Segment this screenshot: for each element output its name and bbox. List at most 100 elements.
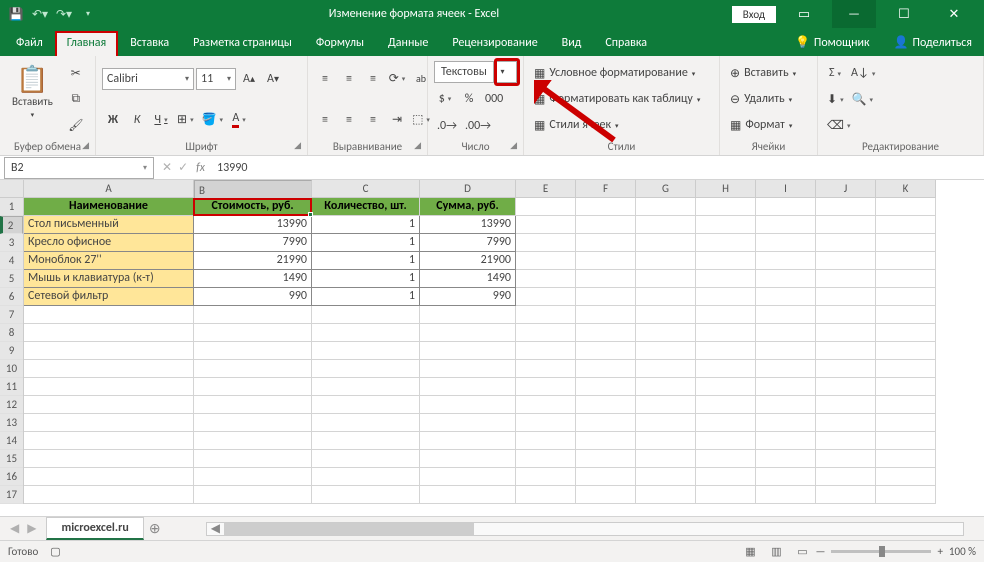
col-header-A[interactable]: A xyxy=(24,180,194,198)
insert-cells-button[interactable]: ⊕Вставить▾ xyxy=(726,62,811,84)
cell[interactable] xyxy=(576,342,636,360)
increase-font-button[interactable]: A▴ xyxy=(238,68,260,90)
cell[interactable] xyxy=(312,450,420,468)
cell[interactable] xyxy=(696,216,756,234)
qat-customize-icon[interactable]: ▾ xyxy=(80,6,96,22)
cell[interactable]: Стол письменный xyxy=(24,216,194,234)
cell[interactable]: 1 xyxy=(312,252,420,270)
cell[interactable]: 1490 xyxy=(194,270,312,288)
cell[interactable] xyxy=(420,324,516,342)
cell[interactable] xyxy=(756,414,816,432)
row-header-3[interactable]: 3 xyxy=(0,234,23,252)
row-header-13[interactable]: 13 xyxy=(0,414,23,432)
cell[interactable] xyxy=(876,468,936,486)
format-as-table-button[interactable]: ▦Форматировать как таблицу▾ xyxy=(530,88,713,110)
cell[interactable] xyxy=(756,360,816,378)
cell[interactable] xyxy=(816,324,876,342)
cell[interactable] xyxy=(696,378,756,396)
cell[interactable] xyxy=(420,378,516,396)
cell[interactable] xyxy=(696,252,756,270)
cell[interactable] xyxy=(876,324,936,342)
cell[interactable] xyxy=(576,378,636,396)
paste-button[interactable]: 📋 Вставить▾ xyxy=(6,60,59,138)
cell[interactable] xyxy=(636,414,696,432)
save-icon[interactable]: 💾 xyxy=(8,6,24,22)
cell[interactable] xyxy=(24,432,194,450)
col-header-C[interactable]: C xyxy=(312,180,420,198)
cell[interactable] xyxy=(636,252,696,270)
cell[interactable] xyxy=(576,288,636,306)
font-size-select[interactable]: 11▾ xyxy=(196,68,236,90)
cell[interactable] xyxy=(756,306,816,324)
tab-review[interactable]: Рецензирование xyxy=(440,31,549,56)
col-header-G[interactable]: G xyxy=(636,180,696,198)
cell[interactable] xyxy=(636,234,696,252)
cell[interactable] xyxy=(576,486,636,504)
cell[interactable] xyxy=(636,270,696,288)
cell[interactable] xyxy=(876,216,936,234)
autosum-button[interactable]: Σ xyxy=(824,62,846,84)
zoom-in-button[interactable]: + xyxy=(937,545,942,558)
cell[interactable] xyxy=(312,324,420,342)
tab-view[interactable]: Вид xyxy=(550,31,594,56)
col-header-K[interactable]: K xyxy=(876,180,936,198)
select-all-corner[interactable] xyxy=(0,180,24,198)
cell[interactable] xyxy=(516,288,576,306)
cell[interactable] xyxy=(876,306,936,324)
redo-icon[interactable]: ↷▾ xyxy=(56,6,72,22)
cell[interactable] xyxy=(194,450,312,468)
normal-view-button[interactable]: ▦ xyxy=(737,545,763,558)
ribbon-display-icon[interactable]: ▭ xyxy=(782,0,826,28)
percent-format-button[interactable]: % xyxy=(458,88,480,110)
cell[interactable]: Кресло офисное xyxy=(24,234,194,252)
cell[interactable]: 1 xyxy=(312,216,420,234)
row-header-12[interactable]: 12 xyxy=(0,396,23,414)
login-button[interactable]: Вход xyxy=(732,6,776,23)
zoom-out-button[interactable]: — xyxy=(815,545,825,558)
cell[interactable] xyxy=(756,270,816,288)
cell[interactable] xyxy=(576,360,636,378)
cell[interactable] xyxy=(194,486,312,504)
cell[interactable] xyxy=(576,414,636,432)
row-header-8[interactable]: 8 xyxy=(0,324,23,342)
number-dialog-icon[interactable]: ◢ xyxy=(510,140,517,151)
cell[interactable] xyxy=(516,306,576,324)
cell[interactable]: 1490 xyxy=(420,270,516,288)
sheet-tab[interactable]: microexcel.ru xyxy=(46,517,143,540)
cell[interactable]: Сетевой фильтр xyxy=(24,288,194,306)
cell[interactable] xyxy=(696,324,756,342)
cell[interactable] xyxy=(696,450,756,468)
cell[interactable] xyxy=(636,306,696,324)
cell[interactable]: 1 xyxy=(312,234,420,252)
page-layout-view-button[interactable]: ▥ xyxy=(763,545,789,558)
cell[interactable] xyxy=(816,378,876,396)
cell[interactable] xyxy=(816,270,876,288)
cell[interactable] xyxy=(194,360,312,378)
border-button[interactable]: ⊞ xyxy=(174,109,197,131)
cell[interactable] xyxy=(24,468,194,486)
row-header-14[interactable]: 14 xyxy=(0,432,23,450)
cell[interactable] xyxy=(636,396,696,414)
cell[interactable] xyxy=(576,198,636,216)
cell[interactable] xyxy=(816,252,876,270)
cell[interactable] xyxy=(876,198,936,216)
cell[interactable] xyxy=(576,270,636,288)
cell[interactable] xyxy=(696,306,756,324)
cell[interactable] xyxy=(576,432,636,450)
cell[interactable]: 990 xyxy=(194,288,312,306)
cell[interactable] xyxy=(194,432,312,450)
cell[interactable] xyxy=(756,342,816,360)
cell[interactable] xyxy=(816,414,876,432)
cell[interactable] xyxy=(876,360,936,378)
cell[interactable]: 13990 xyxy=(420,216,516,234)
align-left-button[interactable]: ≡ xyxy=(314,109,336,131)
bold-button[interactable]: Ж xyxy=(102,109,124,131)
col-header-H[interactable]: H xyxy=(696,180,756,198)
cell[interactable] xyxy=(696,360,756,378)
col-header-I[interactable]: I xyxy=(756,180,816,198)
cell[interactable]: 1 xyxy=(312,270,420,288)
cell[interactable] xyxy=(636,324,696,342)
cell[interactable] xyxy=(756,288,816,306)
align-top-button[interactable]: ≡ xyxy=(314,68,336,90)
cell[interactable] xyxy=(24,342,194,360)
